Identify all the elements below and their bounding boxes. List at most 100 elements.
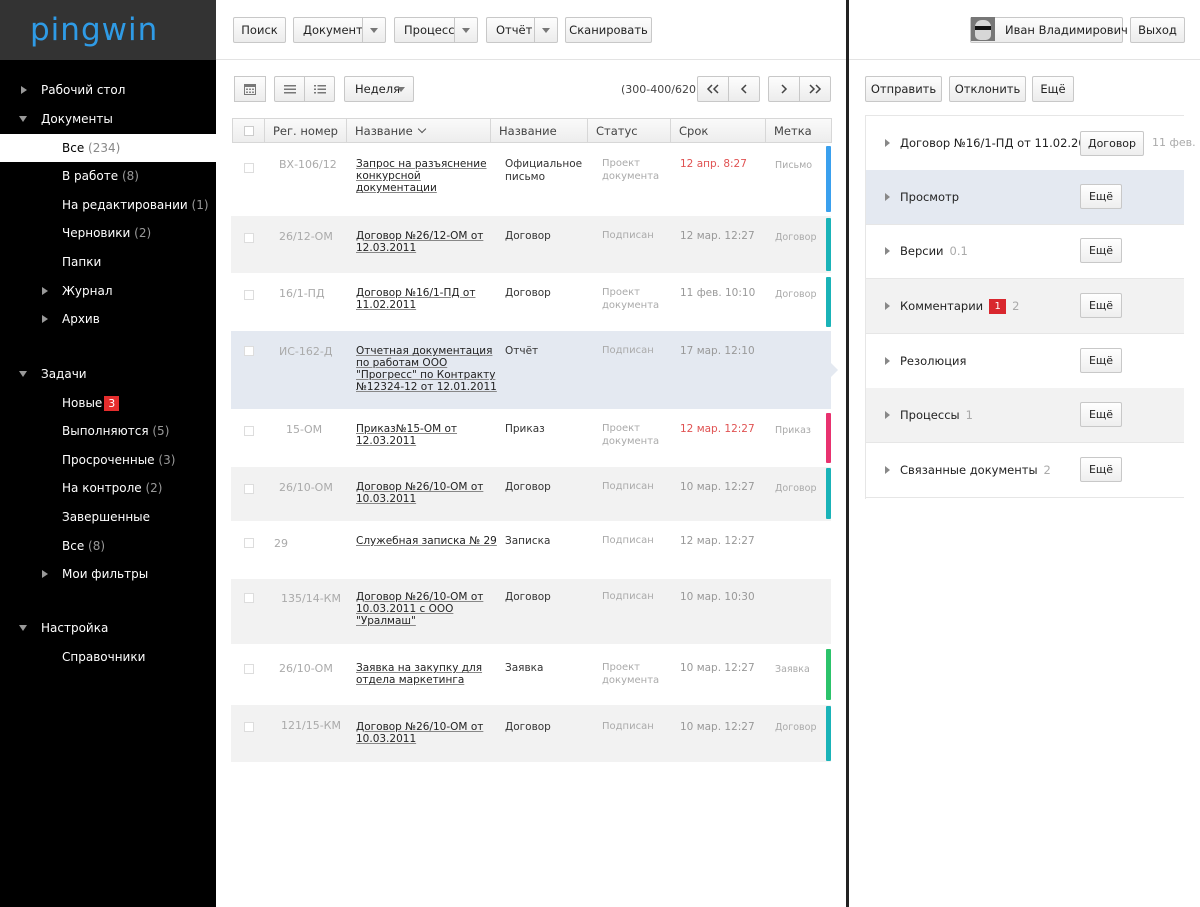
doc-link[interactable]: Договор №26/10-ОМ от 10.03.2011 <box>356 481 499 505</box>
next-page-button[interactable] <box>768 76 800 102</box>
section-preview[interactable]: Просмотр Ещё <box>865 170 1184 225</box>
more-button[interactable]: Ещё <box>1080 293 1122 318</box>
section-processes[interactable]: Процессы 1 Ещё <box>865 388 1184 443</box>
nav-tasks-new[interactable]: Новые 3 <box>0 389 216 417</box>
doc-link[interactable]: Договор №26/10-ОМ от 10.03.2011 с ООО "У… <box>356 591 499 627</box>
section-label: Просмотр <box>900 190 960 204</box>
calendar-view-button[interactable] <box>234 76 266 102</box>
section-related-docs[interactable]: Связанные документы 2 Ещё <box>865 443 1184 498</box>
more-button[interactable]: Ещё <box>1080 238 1122 263</box>
nav-desktop[interactable]: Рабочий стол <box>0 76 216 104</box>
section-count: 2 <box>1043 463 1051 477</box>
nav-docs-journal[interactable]: Журнал <box>0 277 216 305</box>
col-reg-number[interactable]: Рег. номер <box>265 118 347 143</box>
first-page-button[interactable] <box>697 76 729 102</box>
nav-docs-drafts[interactable]: Черновики (2) <box>0 219 216 247</box>
nav-docs-editing[interactable]: На редактировании (1) <box>0 191 216 219</box>
doc-link[interactable]: Договор №16/1-ПД от 11.02.2011 <box>356 287 499 311</box>
nav-settings-refs[interactable]: Справочники <box>0 643 216 671</box>
color-marker <box>826 706 831 761</box>
nav-tasks-filters[interactable]: Мои фильтры <box>0 560 216 588</box>
table-row[interactable]: 26/10-ОМ Договор №26/10-ОМ от 10.03.2011… <box>231 467 831 521</box>
row-checkbox[interactable] <box>244 664 254 674</box>
row-checkbox[interactable] <box>244 233 254 243</box>
nav-docs-all[interactable]: Все (234) <box>0 134 216 162</box>
row-checkbox[interactable] <box>244 163 254 173</box>
select-all-checkbox[interactable] <box>243 125 254 136</box>
col-name-sorted[interactable]: Название <box>347 118 491 143</box>
detail-view-button[interactable] <box>304 76 335 102</box>
section-resolution[interactable]: Резолюция Ещё <box>865 334 1184 389</box>
logout-button[interactable]: Выход <box>1130 17 1185 43</box>
table-row[interactable]: 121/15-КМ Договор №26/10-ОМ от 10.03.201… <box>231 705 831 762</box>
table-row[interactable]: 135/14-КМ Договор №26/10-ОМ от 10.03.201… <box>231 579 831 644</box>
nav-tasks-done[interactable]: Завершенные <box>0 503 216 531</box>
more-button[interactable]: Ещё <box>1080 184 1122 209</box>
search-button[interactable]: Поиск <box>233 17 286 43</box>
list-view-button[interactable] <box>274 76 305 102</box>
doc-link[interactable]: Договор №26/12-ОМ от 12.03.2011 <box>356 230 499 254</box>
table-row-selected[interactable]: ИС-162-Д Отчетная документация по работа… <box>231 331 838 409</box>
chevron-down-icon <box>542 28 550 33</box>
due-date: 12 мар. 12:27 <box>680 423 755 435</box>
last-page-button[interactable] <box>799 76 831 102</box>
select-all-header[interactable] <box>232 118 265 143</box>
nav-tasks-all[interactable]: Все (8) <box>0 532 216 560</box>
section-comments[interactable]: Комментарии 1 2 Ещё <box>865 279 1184 334</box>
doc-link[interactable]: Договор №26/10-ОМ от 10.03.2011 <box>356 721 499 745</box>
document-detail-pane: Иван Владимирович Выход Отправить Отклон… <box>849 0 1200 907</box>
nav-tasks-running[interactable]: Выполняются (5) <box>0 417 216 445</box>
due-date: 12 апр. 8:27 <box>680 158 747 170</box>
table-row[interactable]: 15-ОМ Приказ№15-ОМ от 12.03.2011 Приказ … <box>231 409 831 467</box>
nav-docs-inwork[interactable]: В работе (8) <box>0 162 216 190</box>
nav-docs-archive[interactable]: Архив <box>0 305 216 333</box>
process-dropdown-button[interactable]: Процесс <box>394 17 478 43</box>
row-checkbox[interactable] <box>244 593 254 603</box>
prev-page-button[interactable] <box>728 76 760 102</box>
section-versions[interactable]: Версии 0.1 Ещё <box>865 224 1184 279</box>
due-date: 12 мар. 12:27 <box>680 535 755 547</box>
app-logo[interactable]: pingwin <box>0 0 216 60</box>
col-tag[interactable]: Метка <box>766 118 832 143</box>
table-row[interactable]: 16/1-ПД Договор №16/1-ПД от 11.02.2011 Д… <box>231 273 831 331</box>
row-checkbox[interactable] <box>244 722 254 732</box>
send-button[interactable]: Отправить <box>865 76 942 102</box>
doc-header-row[interactable]: Договор №16/1-ПД от 11.02.2011 Договор 1… <box>865 116 1196 171</box>
more-actions-button[interactable]: Ещё <box>1032 76 1074 102</box>
row-checkbox[interactable] <box>244 346 254 356</box>
scan-button[interactable]: Сканировать <box>565 17 652 43</box>
col-status[interactable]: Статус <box>588 118 671 143</box>
more-button[interactable]: Ещё <box>1080 348 1122 373</box>
nav-tasks-control[interactable]: На контроле (2) <box>0 474 216 502</box>
more-button[interactable]: Ещё <box>1080 402 1122 427</box>
row-checkbox[interactable] <box>244 426 254 436</box>
doc-link[interactable]: Заявка на закупку для отдела маркетинга <box>356 662 504 686</box>
col-due[interactable]: Срок <box>671 118 766 143</box>
doc-type-button[interactable]: Договор <box>1080 131 1144 156</box>
report-dropdown-button[interactable]: Отчёт <box>486 17 558 43</box>
doc-date: 11 фев. <box>1152 136 1196 149</box>
document-dropdown-button[interactable]: Документ <box>293 17 386 43</box>
more-button[interactable]: Ещё <box>1080 457 1122 482</box>
doc-link[interactable]: Запрос на разъяснение конкурсной докумен… <box>356 158 499 194</box>
nav-docs-folders[interactable]: Папки <box>0 248 216 276</box>
nav-documents[interactable]: Документы <box>0 105 216 133</box>
row-checkbox[interactable] <box>244 290 254 300</box>
period-select[interactable]: Неделя <box>344 76 414 102</box>
nav-tasks-overdue[interactable]: Просроченные (3) <box>0 446 216 474</box>
nav-tasks[interactable]: Задачи <box>0 360 216 388</box>
nav-label: Выполняются <box>62 424 149 438</box>
doc-link[interactable]: Приказ№15-ОМ от 12.03.2011 <box>356 423 499 447</box>
row-checkbox[interactable] <box>244 538 254 548</box>
nav-settings[interactable]: Настройка <box>0 614 216 642</box>
reject-button[interactable]: Отклонить <box>949 76 1026 102</box>
col-type[interactable]: Название <box>491 118 588 143</box>
doc-link[interactable]: Отчетная документация по работам ООО "Пр… <box>356 345 499 393</box>
table-row[interactable]: ВХ-106/12 Запрос на разъяснение конкурсн… <box>231 144 831 216</box>
table-row[interactable]: 26/12-ОМ Договор №26/12-ОМ от 12.03.2011… <box>231 216 831 273</box>
table-row[interactable]: 29 Служебная записка № 29 Записка Подпис… <box>231 521 831 579</box>
row-checkbox[interactable] <box>244 484 254 494</box>
selection-pointer <box>831 363 838 377</box>
table-row[interactable]: 26/10-ОМ Заявка на закупку для отдела ма… <box>231 644 831 705</box>
doc-link[interactable]: Служебная записка № 29 <box>356 535 499 547</box>
